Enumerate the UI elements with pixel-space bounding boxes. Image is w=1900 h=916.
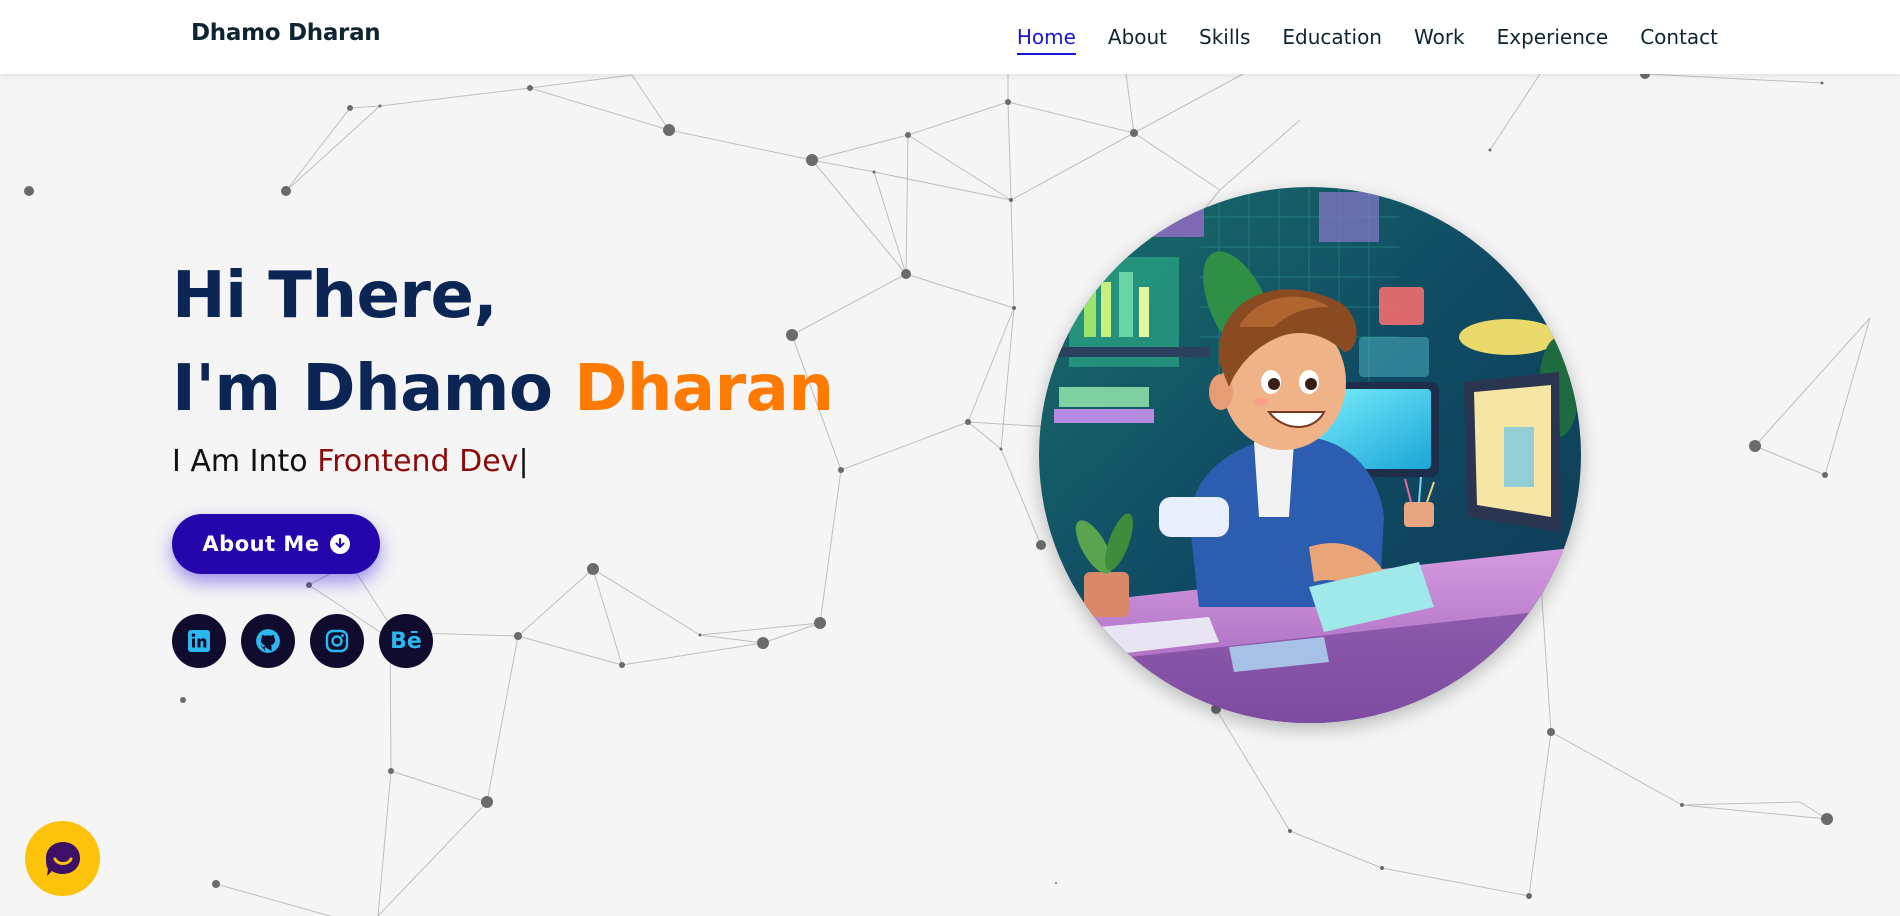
- social-links: Bē: [172, 614, 448, 668]
- typing-role: Frontend Dev: [317, 444, 519, 479]
- linkedin-link[interactable]: [172, 614, 226, 668]
- chat-widget-button[interactable]: [25, 821, 100, 896]
- typing-caret: |: [518, 444, 529, 479]
- nav-work[interactable]: Work: [1414, 19, 1465, 55]
- arrow-down-circle-icon: [329, 534, 350, 554]
- about-me-button[interactable]: About Me: [172, 514, 380, 574]
- behance-link[interactable]: Bē: [379, 614, 433, 668]
- github-link[interactable]: [241, 614, 295, 668]
- nav-home[interactable]: Home: [1016, 19, 1076, 55]
- nav-skills[interactable]: Skills: [1199, 19, 1250, 55]
- main-nav: Home About Skills Education Work Experie…: [985, 0, 1718, 74]
- behance-icon: Bē: [390, 628, 422, 654]
- nav-contact[interactable]: Contact: [1640, 19, 1718, 55]
- nav-education[interactable]: Education: [1282, 19, 1382, 55]
- hero-intro-prefix: I'm Dhamo: [172, 352, 575, 426]
- nav-about[interactable]: About: [1108, 19, 1167, 55]
- typing-line: I Am Into Frontend Dev|: [172, 444, 833, 479]
- typing-prefix: I Am Into: [172, 444, 318, 479]
- developer-illustration: [1039, 187, 1581, 723]
- hero-name-accent: Dharan: [574, 352, 834, 426]
- brand-logo[interactable]: Dhamo Dharan: [191, 20, 381, 46]
- instagram-link[interactable]: [310, 614, 364, 668]
- hero-intro: I'm Dhamo Dharan: [172, 343, 834, 436]
- about-me-label: About Me: [202, 532, 320, 556]
- hero-greeting: Hi There,: [172, 259, 498, 333]
- nav-experience[interactable]: Experience: [1497, 19, 1609, 55]
- site-header: Dhamo Dharan Home About Skills Education…: [0, 0, 1900, 74]
- instagram-icon: [325, 629, 349, 653]
- chat-bubble-icon: [45, 841, 80, 876]
- hero-text: Hi There, I'm Dhamo Dharan I Am Into Fro…: [172, 250, 834, 479]
- linkedin-icon: [188, 630, 210, 652]
- github-icon: [256, 629, 280, 653]
